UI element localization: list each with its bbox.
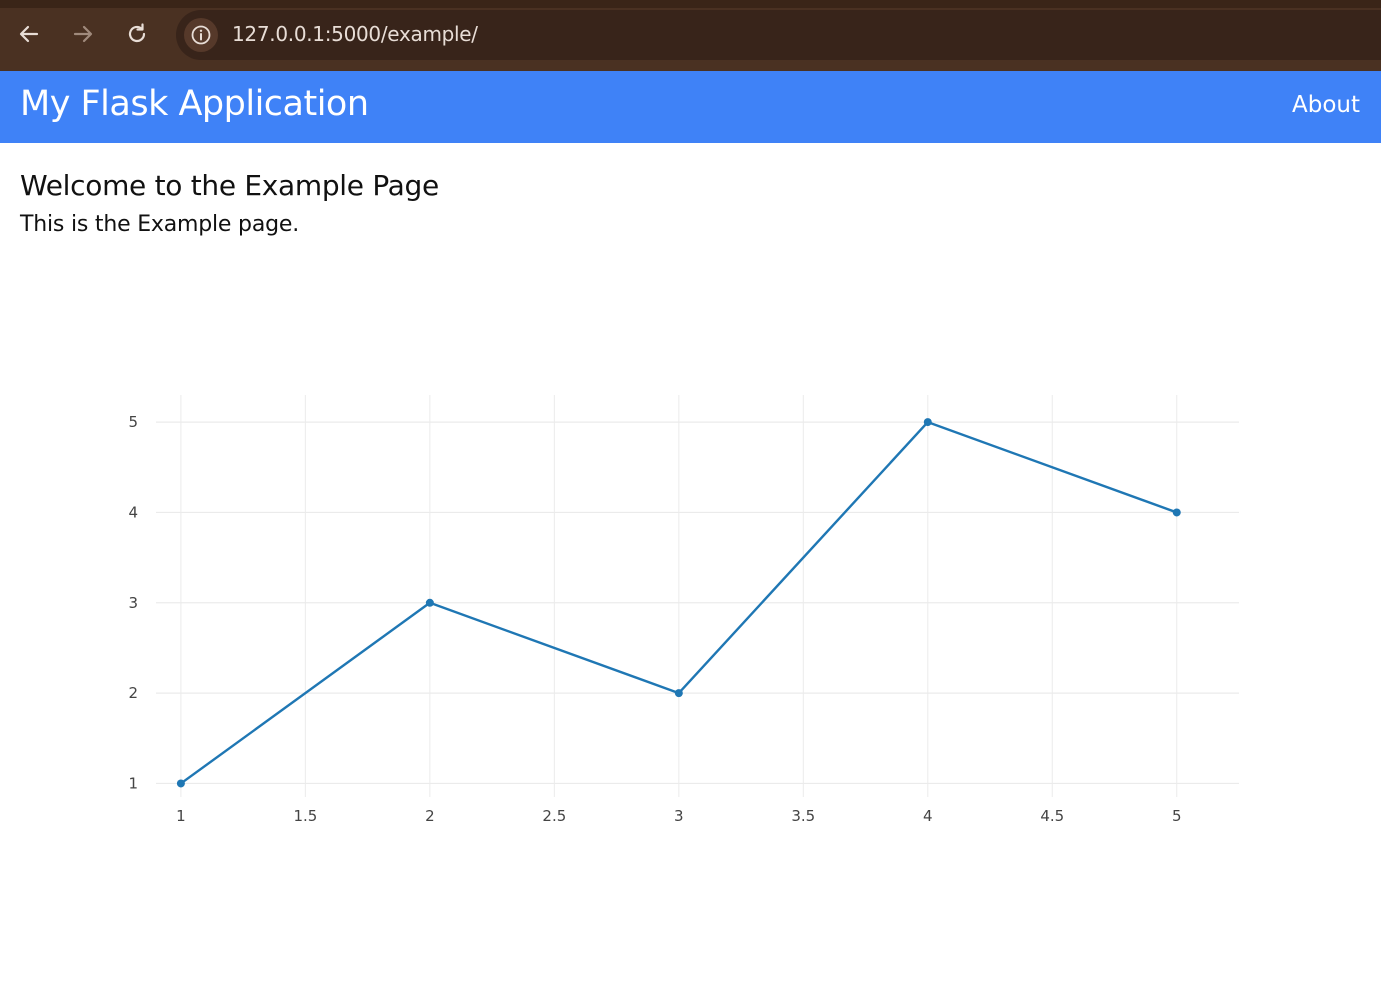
x-tick-label: 5: [1172, 807, 1182, 825]
line-chart: 1 1.5 2 2.5 3 3.5 4 4.5 5 1 2 3 4 5: [128, 395, 1239, 825]
page-description: This is the Example page.: [20, 212, 299, 237]
x-tick-label: 4: [923, 807, 933, 825]
y-tick-label: 1: [128, 774, 138, 792]
data-point[interactable]: [674, 689, 683, 698]
arrow-right-icon: [73, 25, 93, 43]
chart-series: [176, 418, 1181, 788]
info-icon: [191, 25, 211, 45]
url-text[interactable]: 127.0.0.1:5000/example/: [232, 22, 478, 46]
app-title: My Flask Application: [20, 84, 369, 124]
x-gridlines: [180, 395, 1178, 797]
arrow-left-icon: [19, 25, 39, 43]
reload-button[interactable]: [120, 17, 154, 51]
y-tick-label: 4: [128, 503, 138, 521]
y-gridlines: [156, 421, 1239, 785]
forward-button[interactable]: [66, 17, 100, 51]
reload-icon: [128, 23, 146, 43]
data-point[interactable]: [1172, 508, 1181, 517]
x-tick-label: 3: [674, 807, 684, 825]
back-button[interactable]: [12, 17, 46, 51]
page-heading: Welcome to the Example Page: [20, 169, 439, 202]
x-tick-label: 1: [176, 807, 186, 825]
y-axis-ticks: 1 2 3 4 5: [128, 413, 138, 792]
address-bar[interactable]: 127.0.0.1:5000/example/: [176, 10, 1381, 60]
x-tick-label: 1.5: [293, 807, 317, 825]
x-tick-label: 3.5: [791, 807, 815, 825]
site-info-button[interactable]: [184, 18, 218, 52]
data-point[interactable]: [176, 779, 185, 788]
x-axis-ticks: 1 1.5 2 2.5 3 3.5 4 4.5 5: [176, 807, 1181, 825]
x-tick-label: 2.5: [542, 807, 566, 825]
y-tick-label: 5: [128, 413, 138, 431]
browser-tab-strip: [0, 0, 1381, 8]
nav-about-link[interactable]: About: [1292, 92, 1360, 118]
data-point[interactable]: [923, 418, 932, 427]
x-tick-label: 2: [425, 807, 435, 825]
series-line: [180, 420, 1178, 785]
data-point[interactable]: [425, 598, 434, 607]
y-tick-label: 2: [128, 684, 138, 702]
x-tick-label: 4.5: [1040, 807, 1064, 825]
browser-toolbar: 127.0.0.1:5000/example/: [0, 0, 1381, 71]
app-header: My Flask Application About: [0, 71, 1381, 143]
y-tick-label: 3: [128, 594, 138, 612]
